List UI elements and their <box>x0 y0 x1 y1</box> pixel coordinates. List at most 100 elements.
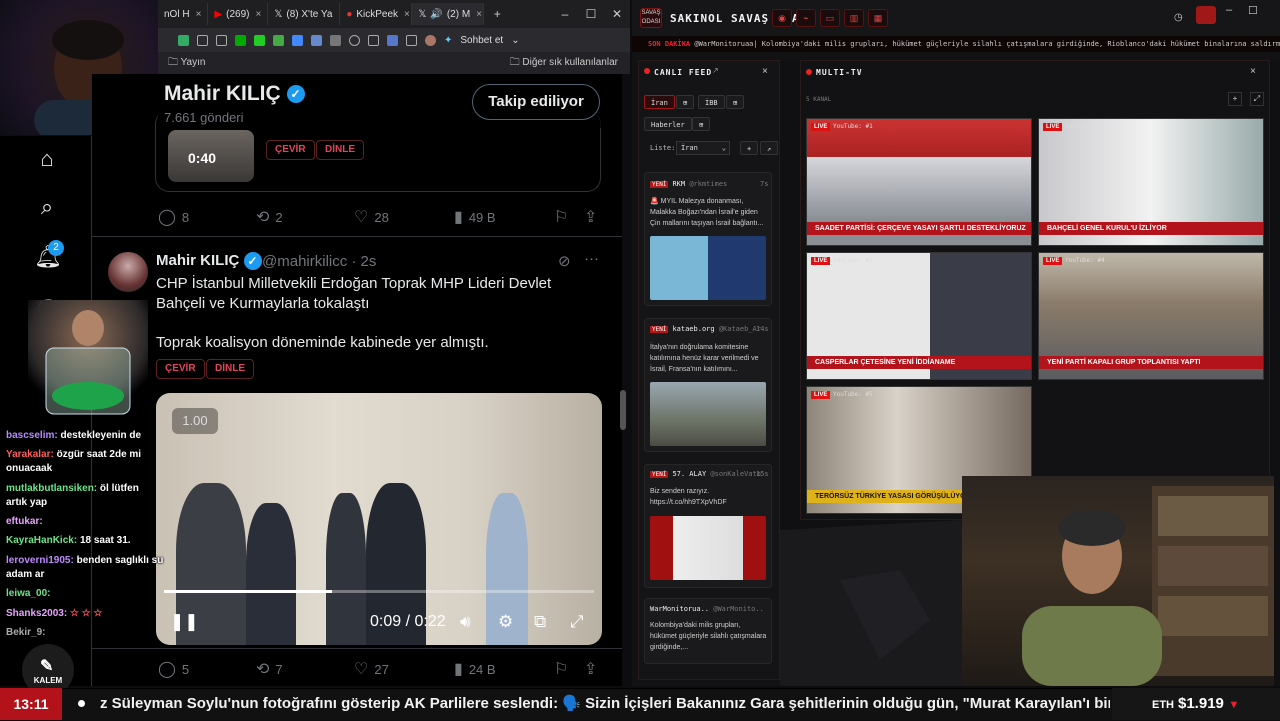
feed-tab-haberler[interactable]: Haberler <box>644 117 692 131</box>
chevron-down-icon[interactable]: ⌄ <box>511 35 519 46</box>
close-window-button[interactable]: ✕ <box>604 7 630 21</box>
feed-tab-ibb[interactable]: İBB <box>698 95 725 109</box>
extensions-puzzle-icon[interactable] <box>406 34 417 46</box>
feed-tab-iran[interactable]: İran <box>644 95 675 109</box>
refresh-icon[interactable] <box>349 34 360 46</box>
feed-image[interactable] <box>650 236 766 300</box>
pause-icon[interactable]: ❚❚ <box>170 612 199 632</box>
browser-tab-active[interactable]: 𝕏 🔊 (2) M × <box>412 3 485 25</box>
search-icon[interactable]: ⌕ <box>34 194 60 220</box>
translate-button[interactable]: ÇEVİR <box>156 359 205 379</box>
copilot-icon[interactable]: ✦ <box>444 35 452 46</box>
reply-button[interactable]: ◯ 5 <box>158 659 189 679</box>
browser-tab[interactable]: nOl H × <box>158 3 209 25</box>
following-button[interactable]: Takip ediliyor <box>472 84 600 120</box>
tv-channel[interactable]: LIVE YouTube: #2 BAHÇELİ GENEL KURUL'U İZ… <box>1038 118 1264 246</box>
close-icon[interactable]: × <box>404 9 410 20</box>
chart-icon[interactable]: ▥ <box>844 9 864 27</box>
bookmark-yayin[interactable]: 🗀 Yayın <box>168 55 205 72</box>
like-button[interactable]: ♡ 27 <box>354 659 389 679</box>
tweet-video[interactable] <box>156 393 602 645</box>
verified-icon: ✓ <box>286 85 305 104</box>
browser-tab[interactable]: 𝕏(8) X'te Ya× <box>268 3 341 25</box>
more-icon[interactable]: ··· <box>584 250 599 267</box>
share-button[interactable]: ⇪ <box>584 207 597 227</box>
extension-icon[interactable] <box>330 34 341 46</box>
chat-button-label[interactable]: Sohbet et <box>460 35 503 46</box>
pip-icon[interactable]: ⧉ <box>534 612 546 632</box>
listen-button[interactable]: DİNLE <box>316 140 364 160</box>
volume-icon[interactable]: 🔊︎ <box>460 612 471 632</box>
playback-speed[interactable]: 1.00 <box>172 408 218 434</box>
translate-button[interactable]: ÇEVİR <box>266 140 315 160</box>
close-icon[interactable]: × <box>476 9 482 20</box>
avatar[interactable] <box>425 34 436 46</box>
maximize-button[interactable]: ☐ <box>578 7 604 21</box>
share-button[interactable]: ⇪ <box>584 659 597 679</box>
extension-icon[interactable] <box>292 34 303 46</box>
close-icon[interactable]: × <box>196 9 202 20</box>
external-link-icon[interactable]: ↗ <box>712 66 719 75</box>
repost-button[interactable]: ⟲ 7 <box>256 659 283 679</box>
extension-icon[interactable] <box>273 34 284 46</box>
list-select[interactable]: İran ⌄ <box>676 141 730 155</box>
grid-icon[interactable]: ▦ <box>868 9 888 27</box>
close-icon[interactable]: × <box>762 66 768 77</box>
tweet-handle[interactable]: @mahirkilicc · 2s <box>262 253 376 270</box>
extension-icon[interactable] <box>254 34 265 46</box>
chat-message: eftukar: <box>6 516 43 527</box>
minimize-button[interactable]: – <box>1226 4 1232 16</box>
live-badge: LIVE <box>1043 123 1063 131</box>
like-button[interactable]: ♡ 28 <box>354 207 389 227</box>
feed-tab-settings[interactable]: ⊞ <box>726 95 745 109</box>
close-icon[interactable]: × <box>255 9 261 20</box>
repost-button[interactable]: ⟲ 2 <box>256 207 283 227</box>
feed-image[interactable] <box>650 382 766 446</box>
tv-channel[interactable]: LIVE YouTube: #4 YENİ PARTİ KAPALI GRUP T… <box>1038 252 1264 380</box>
bookmark-button[interactable]: ⚐ <box>554 659 568 679</box>
minimize-button[interactable]: – <box>552 7 578 21</box>
radar-icon[interactable]: ◉ <box>772 9 792 27</box>
bookmark-icon[interactable] <box>216 34 227 46</box>
extension-icon[interactable] <box>235 34 246 46</box>
fullscreen-icon[interactable]: ⤢ <box>1250 92 1264 106</box>
views-button[interactable]: ▮ 49 B <box>454 207 496 227</box>
bookmark-button[interactable]: ⚐ <box>554 207 568 227</box>
settings-gear-icon[interactable]: ⚙ <box>498 612 513 632</box>
tweet-author[interactable]: Mahir KILIÇ ✓ <box>156 252 262 271</box>
browser-tab[interactable]: ▶ (269) × <box>208 3 269 25</box>
zoom-icon[interactable] <box>197 34 208 46</box>
feed-tab-settings[interactable]: ⊞ <box>676 95 695 109</box>
add-list-button[interactable]: + <box>740 141 759 155</box>
home-icon[interactable]: ⌂ <box>34 146 60 172</box>
browser-tab[interactable]: ● KickPeek × <box>340 3 413 25</box>
feed-image[interactable] <box>650 516 766 580</box>
extension-icon[interactable] <box>178 34 189 46</box>
history-icon[interactable]: ◷ <box>1174 12 1183 23</box>
grok-icon[interactable]: ⊘ <box>558 252 571 270</box>
new-tab-button[interactable]: + <box>484 7 510 21</box>
maximize-button[interactable]: ☐ <box>1248 4 1258 17</box>
bookmark-icon: ⚐ <box>554 661 569 678</box>
share-list-button[interactable]: ↗ <box>760 141 779 155</box>
extension-icon[interactable] <box>311 34 322 46</box>
add-channel-button[interactable]: + <box>1228 92 1242 106</box>
tv-channel[interactable]: LIVE YouTube: #3 CASPERLAR ÇETESİNE YENİ … <box>806 252 1032 380</box>
scrollbar[interactable] <box>620 390 626 430</box>
fullscreen-icon[interactable]: ⤢ <box>570 612 584 632</box>
rss-icon[interactable]: ⌁ <box>796 9 816 27</box>
feed-tab-settings[interactable]: ⊞ <box>692 117 711 131</box>
listen-button[interactable]: DİNLE <box>206 359 254 379</box>
reply-button[interactable]: ◯ 8 <box>158 207 189 227</box>
avatar[interactable] <box>108 252 148 292</box>
tv-channel[interactable]: LIVE YouTube: #1 SAADET PARTİSİ: ÇERÇEVE … <box>806 118 1032 246</box>
close-icon[interactable]: × <box>1250 66 1256 77</box>
views-button[interactable]: ▮ 24 B <box>454 659 496 679</box>
tv-icon[interactable]: ▭ <box>820 9 840 27</box>
divider <box>92 236 622 237</box>
stream-chat: bascselim: destekleyenin de Yarakalar: ö… <box>0 428 163 668</box>
extension-icon[interactable] <box>387 34 398 46</box>
alert-button[interactable] <box>1196 6 1216 24</box>
sidebar-icon[interactable] <box>368 34 379 46</box>
bookmark-other[interactable]: 🗀 Diğer sık kullanılanlar <box>510 55 618 72</box>
